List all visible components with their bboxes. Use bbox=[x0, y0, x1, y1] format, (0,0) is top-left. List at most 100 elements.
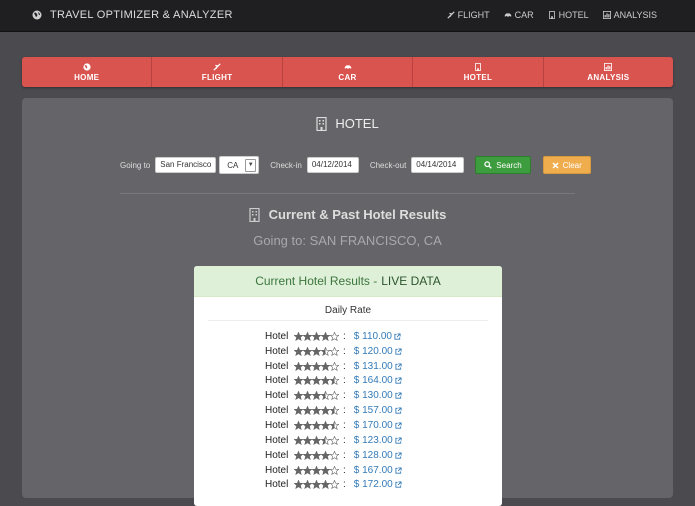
checkout-input[interactable] bbox=[411, 157, 465, 173]
list-item: Hotel: $ 157.00 bbox=[265, 403, 402, 418]
external-link-icon[interactable] bbox=[395, 363, 402, 370]
main-nav-hotel[interactable]: HOTEL bbox=[413, 57, 544, 87]
top-nav-car[interactable]: CAR bbox=[504, 10, 534, 20]
bar-chart-icon bbox=[604, 62, 613, 71]
price-link[interactable]: $ 170.00 bbox=[354, 420, 393, 431]
external-link-icon[interactable] bbox=[395, 466, 402, 474]
clear-button-label: Clear bbox=[562, 160, 582, 170]
top-nav-flight[interactable]: FLIGHT bbox=[446, 10, 490, 20]
city-input[interactable] bbox=[155, 157, 217, 173]
separator: : bbox=[343, 464, 346, 476]
star-icon bbox=[303, 480, 312, 490]
star-rating bbox=[294, 450, 339, 460]
star-icon bbox=[294, 376, 303, 386]
price-link[interactable]: $ 123.00 bbox=[354, 435, 393, 446]
external-link-icon[interactable] bbox=[395, 437, 402, 444]
list-item: Hotel: $ 123.00 bbox=[265, 433, 402, 448]
list-item: Hotel: $ 130.00 bbox=[265, 388, 402, 403]
star-rating bbox=[294, 406, 339, 416]
separator: : bbox=[343, 360, 346, 372]
star-rating bbox=[294, 420, 339, 430]
price-link[interactable]: $ 157.00 bbox=[354, 405, 393, 416]
star-icon bbox=[294, 420, 303, 430]
hotel-name: Hotel bbox=[265, 360, 289, 372]
star-rating bbox=[294, 346, 339, 356]
star-icon bbox=[330, 480, 339, 490]
main-nav-label: HOME bbox=[74, 72, 100, 82]
external-link-icon[interactable] bbox=[395, 377, 402, 385]
star-icon bbox=[294, 406, 303, 416]
divider bbox=[120, 193, 575, 194]
list-item: Hotel: $ 172.00 bbox=[265, 477, 402, 492]
price-link[interactable]: $ 120.00 bbox=[354, 346, 393, 357]
star-rating bbox=[294, 376, 339, 386]
external-link-icon[interactable] bbox=[395, 348, 402, 355]
external-link-icon[interactable] bbox=[394, 333, 401, 340]
building-icon bbox=[249, 207, 260, 222]
star-rating bbox=[294, 480, 339, 490]
star-icon bbox=[294, 331, 303, 341]
price-link[interactable]: $ 131.00 bbox=[354, 361, 393, 372]
main-nav-flight[interactable]: FLIGHT bbox=[152, 57, 283, 87]
price-link[interactable]: $ 110.00 bbox=[354, 331, 392, 342]
star-icon bbox=[321, 480, 330, 490]
star-icon bbox=[303, 465, 312, 475]
star-icon bbox=[330, 331, 339, 341]
top-nav-analysis[interactable]: ANALYSIS bbox=[602, 10, 657, 20]
top-nav-label: CAR bbox=[514, 10, 534, 20]
star-icon bbox=[330, 435, 339, 445]
checkin-input[interactable] bbox=[306, 157, 359, 173]
list-item: Hotel: $ 170.00 bbox=[265, 418, 402, 433]
building-icon bbox=[475, 62, 481, 71]
star-rating bbox=[294, 391, 339, 401]
clear-button[interactable]: Clear bbox=[542, 156, 591, 174]
star-rating bbox=[294, 435, 339, 445]
star-rating bbox=[294, 331, 339, 341]
building-icon bbox=[316, 116, 327, 131]
main-nav: HOME FLIGHT CAR HOTEL ANALYSIS bbox=[22, 57, 673, 87]
main-nav-car[interactable]: CAR bbox=[283, 57, 414, 87]
price-link[interactable]: $ 164.00 bbox=[354, 375, 393, 386]
star-icon bbox=[321, 465, 330, 475]
building-icon bbox=[548, 11, 555, 19]
external-link-icon[interactable] bbox=[395, 422, 402, 429]
star-icon bbox=[303, 346, 312, 356]
main-nav-analysis[interactable]: ANALYSIS bbox=[544, 57, 673, 87]
price-link[interactable]: $ 172.00 bbox=[354, 479, 393, 490]
external-link-icon[interactable] bbox=[395, 407, 402, 414]
star-icon bbox=[312, 450, 321, 460]
page-title-text: HOTEL bbox=[335, 116, 379, 131]
external-link-icon[interactable] bbox=[395, 392, 402, 399]
price-link[interactable]: $ 130.00 bbox=[354, 390, 393, 401]
main-nav-home[interactable]: HOME bbox=[22, 57, 153, 87]
price-link[interactable]: $ 128.00 bbox=[354, 450, 393, 461]
star-icon bbox=[294, 346, 303, 356]
star-icon bbox=[303, 420, 312, 430]
search-button[interactable]: Search bbox=[475, 156, 531, 174]
external-link-icon[interactable] bbox=[395, 481, 402, 488]
price-link[interactable]: $ 167.00 bbox=[354, 465, 393, 476]
state-select[interactable]: CA ▼ bbox=[219, 156, 260, 174]
separator: : bbox=[343, 419, 346, 431]
main-nav-label: ANALYSIS bbox=[587, 72, 630, 82]
brand[interactable]: TRAVEL OPTIMIZER & ANALYZER bbox=[32, 9, 233, 21]
star-icon bbox=[321, 420, 330, 430]
star-icon bbox=[294, 391, 303, 401]
bar-chart-icon bbox=[602, 11, 611, 19]
hotel-name: Hotel bbox=[265, 449, 289, 461]
top-nav-hotel[interactable]: HOTEL bbox=[548, 10, 589, 20]
separator: : bbox=[343, 405, 346, 417]
star-icon bbox=[321, 346, 330, 356]
live-data-label: LIVE DATA bbox=[381, 274, 441, 288]
external-link-icon[interactable] bbox=[395, 452, 402, 459]
going-to-label: Going to bbox=[120, 160, 151, 170]
search-button-label: Search bbox=[496, 160, 522, 170]
star-icon bbox=[321, 406, 330, 416]
separator: : bbox=[343, 449, 346, 461]
star-icon bbox=[312, 331, 321, 341]
separator: : bbox=[343, 434, 346, 446]
star-icon bbox=[312, 391, 321, 401]
checkin-label: Check-in bbox=[270, 160, 302, 170]
car-icon bbox=[344, 64, 351, 70]
star-icon bbox=[312, 361, 321, 371]
